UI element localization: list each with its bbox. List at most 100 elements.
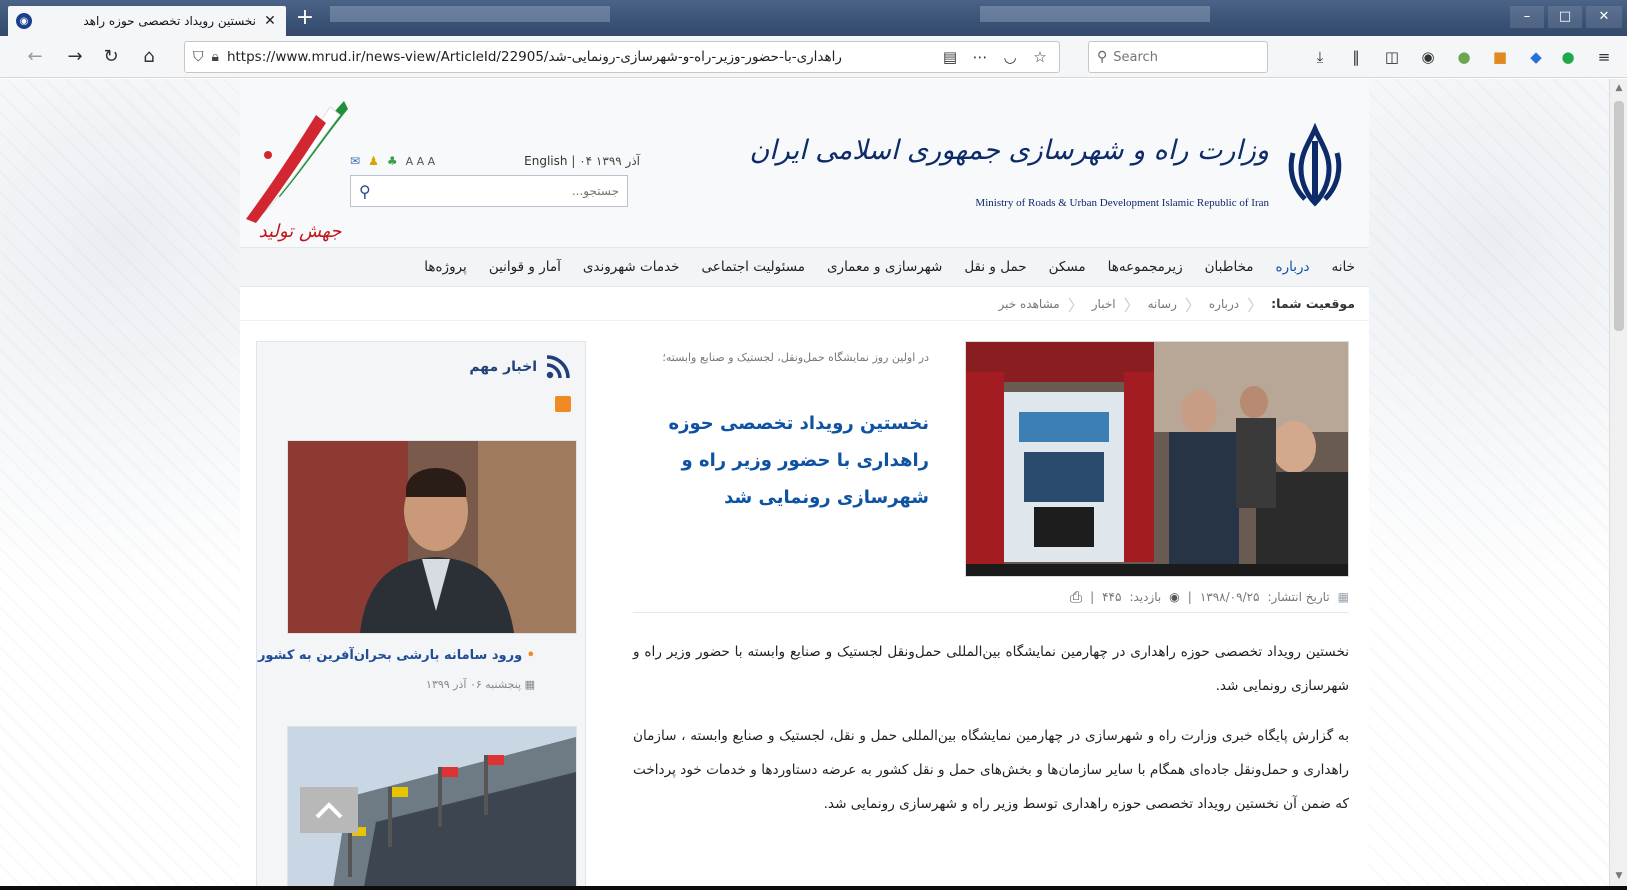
maximize-button[interactable]: □ bbox=[1548, 6, 1582, 28]
article-paragraph: نخستین رویداد تخصصی حوزه راهداری در چهار… bbox=[633, 644, 1349, 694]
mail-icon[interactable]: ✉ bbox=[350, 154, 360, 168]
page-scrollbar[interactable]: ▲ ▼ bbox=[1609, 79, 1627, 886]
eye-icon: ◉ bbox=[1169, 589, 1180, 604]
browser-search-bar[interactable]: ⚲ bbox=[1088, 41, 1268, 73]
breadcrumb: موقعیت شما: 〈 درباره 〈 رسانه 〈 اخبار 〈 م… bbox=[240, 287, 1369, 321]
sidebar-news-title-text[interactable]: ورود سامانه بارشی بحران‌آفرین به کشور bbox=[258, 648, 522, 663]
breadcrumb-item[interactable]: رسانه bbox=[1148, 297, 1177, 311]
page-background-pattern bbox=[1369, 79, 1609, 886]
nav-item-projects[interactable]: پروژه‌ها bbox=[424, 259, 467, 275]
production-leap-logo: جهش تولید bbox=[246, 101, 348, 242]
nav-item-citizen-services[interactable]: خدمات شهروندی bbox=[583, 259, 680, 275]
site-search-input[interactable] bbox=[370, 184, 619, 198]
user-icon[interactable]: ♟ bbox=[368, 154, 379, 168]
extension-icon[interactable]: ● bbox=[1558, 47, 1578, 67]
article-paragraph: به گزارش پایگاه خبری وزارت راه و شهرسازی… bbox=[633, 728, 1349, 812]
reload-button[interactable]: ↻ bbox=[98, 44, 124, 70]
article-headline[interactable]: نخستین رویداد تخصصی حوزه راهداری با حضور… bbox=[635, 405, 929, 516]
nav-item-audiences[interactable]: مخاطبان bbox=[1205, 259, 1254, 275]
iran-emblem-icon bbox=[1288, 123, 1342, 207]
chevron-left-icon: 〈 bbox=[1067, 295, 1084, 315]
visits-count: ۴۴۵ bbox=[1102, 589, 1122, 604]
bullet-icon: • bbox=[522, 648, 535, 663]
extension-icon[interactable]: ● bbox=[1454, 47, 1474, 67]
navigation-toolbar: ← → ↻ ⌂ ⛉ 🔒︎ https://www.mrud.ir/news-vi… bbox=[0, 36, 1627, 78]
lock-icon[interactable]: 🔒︎ bbox=[212, 49, 219, 65]
new-tab-button[interactable]: + bbox=[292, 6, 318, 32]
publish-date: ۱۳۹۸/۰۹/۲۵ bbox=[1199, 589, 1260, 604]
page-content: وزارت راه و شهرسازی جمهوری اسلامی ایران … bbox=[240, 79, 1369, 886]
close-tab-icon[interactable]: ✕ bbox=[262, 13, 278, 29]
sidebar-news-title[interactable]: • ورود سامانه بارشی بحران‌آفرین به کشور bbox=[258, 648, 535, 663]
pocket-icon[interactable]: ◡ bbox=[999, 48, 1021, 66]
rss-feed-icon bbox=[546, 355, 570, 379]
tab-active[interactable]: ◉ نخستین رویداد تخصصی حوزه راهد ✕ bbox=[8, 6, 286, 36]
ministry-name-en[interactable]: Ministry of Roads & Urban Development Is… bbox=[975, 197, 1269, 209]
article-body: نخستین رویداد تخصصی حوزه راهداری در چهار… bbox=[633, 635, 1349, 837]
home-button[interactable]: ⌂ bbox=[136, 44, 162, 70]
screen-edge bbox=[0, 886, 1627, 890]
search-icon[interactable]: ⚲ bbox=[359, 182, 371, 201]
ceremony-photo-illustration bbox=[966, 342, 1348, 576]
forward-button[interactable]: → bbox=[62, 44, 88, 70]
scroll-up-arrow-icon[interactable]: ▲ bbox=[1610, 83, 1627, 93]
page-actions-icon[interactable]: ⋯ bbox=[969, 48, 991, 66]
reader-view-icon[interactable]: ▤ bbox=[939, 48, 961, 66]
chevron-up-icon bbox=[315, 802, 343, 819]
article-photo[interactable] bbox=[965, 341, 1349, 577]
nav-item-social-responsibility[interactable]: مسئولیت اجتماعی bbox=[702, 259, 805, 275]
site-search-box[interactable]: ⚲ bbox=[350, 175, 628, 207]
scroll-down-arrow-icon[interactable]: ▼ bbox=[1610, 871, 1627, 881]
shield-icon[interactable]: ⛉ bbox=[193, 49, 204, 65]
tab-strip: ◉ نخستین رویداد تخصصی حوزه راهد ✕ + – □ … bbox=[0, 0, 1627, 36]
tab-strip-decoration bbox=[330, 6, 610, 22]
bookmark-star-icon[interactable]: ☆ bbox=[1029, 48, 1051, 66]
library-icon[interactable]: ‖ bbox=[1346, 47, 1366, 67]
rss-subscribe-icon[interactable] bbox=[555, 396, 571, 412]
font-size-controls[interactable]: A A A bbox=[406, 155, 436, 168]
calendar-icon: ▦ bbox=[1337, 589, 1349, 604]
main-navigation: خانه درباره مخاطبان زیرمجموعه‌ها مسکن حم… bbox=[240, 247, 1369, 287]
news-photo-portrait bbox=[288, 441, 576, 633]
sitemap-icon[interactable]: ♣ bbox=[387, 154, 398, 168]
slogan-text: جهش تولید bbox=[259, 221, 343, 242]
menu-icon[interactable]: ≡ bbox=[1594, 47, 1614, 67]
account-icon[interactable]: ◉ bbox=[1418, 47, 1438, 67]
breadcrumb-item[interactable]: درباره bbox=[1209, 297, 1239, 311]
back-button[interactable]: ← bbox=[22, 44, 48, 70]
browser-search-input[interactable] bbox=[1113, 49, 1254, 65]
site-header: وزارت راه و شهرسازی جمهوری اسلامی ایران … bbox=[240, 79, 1369, 247]
breadcrumb-item-current: مشاهده خبر bbox=[998, 296, 1060, 311]
nav-item-home[interactable]: خانه bbox=[1332, 259, 1355, 275]
minimize-button[interactable]: – bbox=[1510, 6, 1544, 28]
nav-item-statistics-laws[interactable]: آمار و قوانین bbox=[489, 259, 561, 275]
ministry-name-fa[interactable]: وزارت راه و شهرسازی جمهوری اسلامی ایران bbox=[749, 135, 1269, 166]
print-icon[interactable]: ⎙ bbox=[1070, 588, 1082, 606]
nav-item-transport[interactable]: حمل و نقل bbox=[964, 259, 1026, 275]
header-utility-row: ✉ ♟ ♣ A A A English | ۰۴ آذر ۱۳۹۹ bbox=[350, 151, 640, 171]
nav-item-urban-planning[interactable]: شهرسازی و معماری bbox=[827, 259, 942, 275]
nav-item-housing[interactable]: مسکن bbox=[1049, 259, 1086, 275]
sidebar-heading-text: اخبار مهم bbox=[469, 359, 537, 375]
current-date: ۰۴ آذر ۱۳۹۹ bbox=[579, 154, 640, 168]
meta-separator: | bbox=[1090, 589, 1095, 604]
scroll-to-top-button[interactable] bbox=[300, 787, 358, 833]
english-link[interactable]: English bbox=[524, 154, 567, 168]
extension-icon[interactable]: ■ bbox=[1490, 47, 1510, 67]
close-window-button[interactable]: ✕ bbox=[1586, 6, 1622, 28]
nav-item-subsidiaries[interactable]: زیرمجموعه‌ها bbox=[1108, 259, 1183, 275]
sidebar-news-date: ▦ پنجشنبه ۰۶ آذر ۱۳۹۹ bbox=[426, 678, 535, 691]
url-text[interactable]: https://www.mrud.ir/news-view/ArticleId/… bbox=[227, 49, 931, 65]
sidebar-heading: اخبار مهم bbox=[469, 354, 571, 380]
scrollbar-thumb[interactable] bbox=[1614, 101, 1624, 331]
sidebar-icon[interactable]: ◫ bbox=[1382, 47, 1402, 67]
breadcrumb-item[interactable]: اخبار bbox=[1092, 297, 1116, 311]
chevron-left-icon: 〈 bbox=[1123, 295, 1140, 315]
sidebar-news-image-card[interactable] bbox=[287, 440, 577, 634]
extension-icon[interactable]: ◆ bbox=[1526, 47, 1546, 67]
downloads-icon[interactable]: ⤓ bbox=[1310, 47, 1330, 67]
publish-date-label: تاریخ انتشار: bbox=[1267, 589, 1330, 604]
address-bar[interactable]: ⛉ 🔒︎ https://www.mrud.ir/news-view/Artic… bbox=[184, 41, 1060, 73]
nav-item-about[interactable]: درباره bbox=[1276, 259, 1310, 275]
tab-strip-decoration bbox=[980, 6, 1210, 22]
